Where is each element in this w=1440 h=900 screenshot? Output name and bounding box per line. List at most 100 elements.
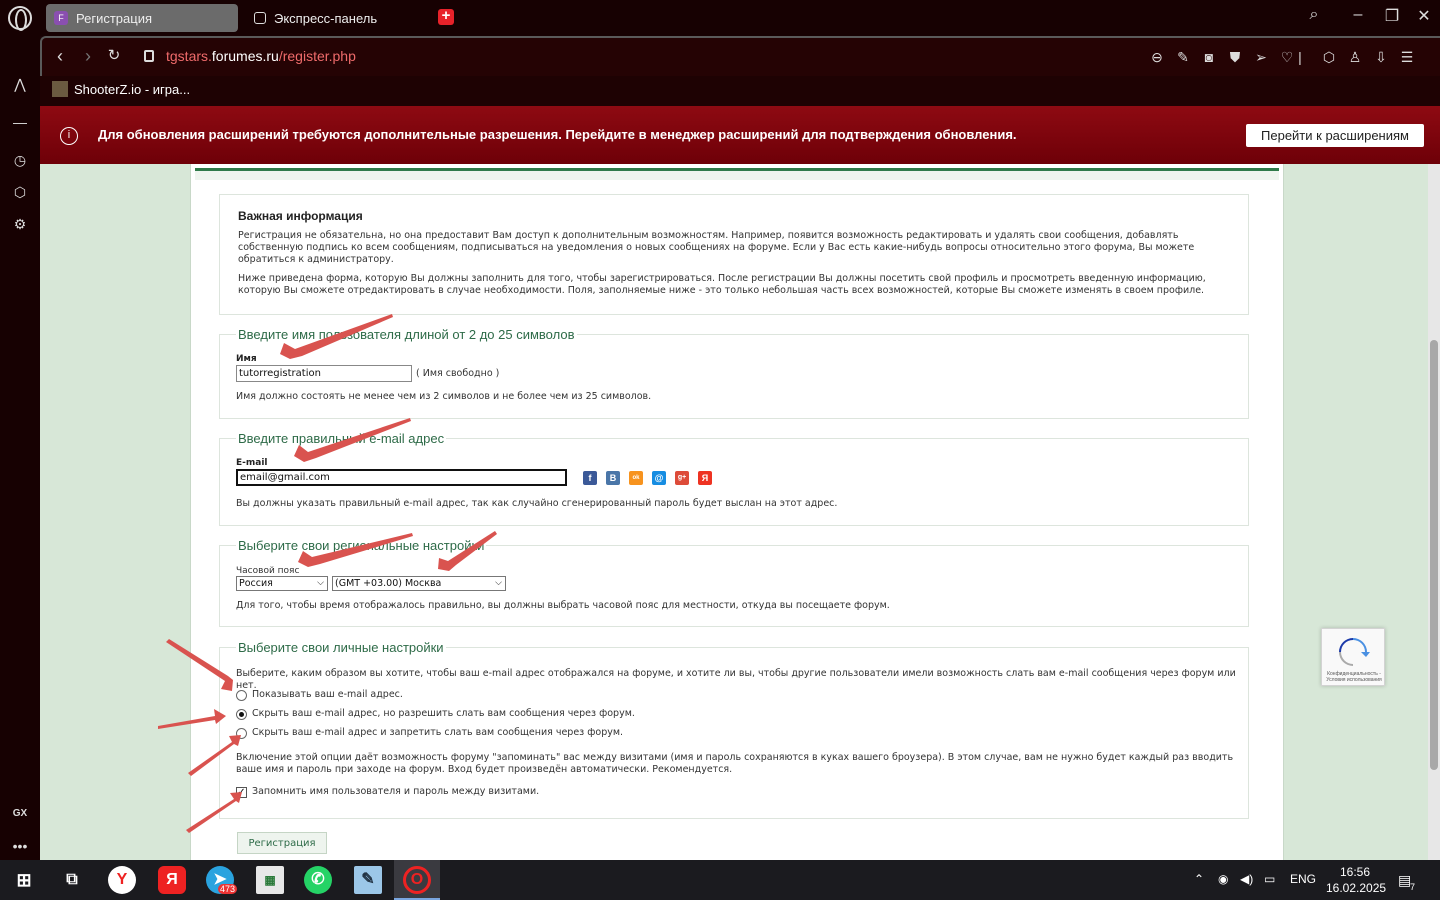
google-plus-icon[interactable]: g+ — [675, 471, 689, 485]
shield-icon[interactable]: ⛊ — [1226, 48, 1244, 66]
more-dots-icon[interactable]: ••• — [10, 836, 30, 856]
webcam-icon[interactable]: ◉ — [1218, 872, 1228, 886]
zone-select-value: (GMT +03.00) Москва — [335, 578, 442, 589]
close-icon[interactable]: ✕ — [1412, 6, 1436, 26]
scrollbar-thumb[interactable] — [1430, 340, 1438, 770]
minimize-icon[interactable]: – — [1346, 6, 1370, 24]
info-title: Важная информация — [238, 209, 363, 223]
tab-label: Регистрация — [76, 10, 152, 26]
yandex-icon[interactable]: Я — [158, 866, 186, 894]
extensions-cube-icon[interactable]: ⬡ — [10, 182, 30, 202]
web-page: Важная информация Регистрация не обязате… — [40, 164, 1428, 860]
url-field[interactable]: tgstars.forumes.ru/register.php — [166, 48, 356, 64]
personal-settings-section: Выберите свои личные настройки Выберите,… — [219, 640, 1249, 819]
menu-icon[interactable]: ☰ — [1398, 48, 1416, 66]
chevron-down-icon: ⌵ — [317, 578, 324, 588]
remember-me-row[interactable]: ✓ Запомнить имя пользователя и пароль ме… — [236, 786, 539, 798]
edit-icon[interactable]: ✎ — [1174, 48, 1192, 66]
settings-gear-icon[interactable]: ⚙ — [10, 214, 30, 234]
url-domain: forumes.ru — [211, 48, 279, 64]
email-legend: Введите правильный e-mail адрес — [236, 431, 447, 446]
reload-icon[interactable]: ↻ — [104, 46, 124, 64]
url-subdomain: tgstars. — [166, 48, 212, 64]
windows-start-icon[interactable]: ⊞ — [10, 866, 38, 894]
radio-button[interactable] — [236, 727, 247, 739]
history-icon[interactable]: ◷ — [10, 150, 30, 170]
lock-icon[interactable] — [144, 50, 154, 62]
forward-icon[interactable]: › — [78, 46, 98, 67]
heart-icon[interactable]: ♡ — [1278, 48, 1296, 66]
important-info-box: Важная информация Регистрация не обязате… — [219, 194, 1249, 315]
recaptcha-badge[interactable]: Конфиденциальность - Условия использован… — [1321, 628, 1385, 686]
maximize-icon[interactable]: ❐ — [1380, 6, 1404, 26]
timezone-legend: Выберите свои региональные настройки — [236, 538, 487, 553]
radio-hide-deny[interactable]: Скрыть ваш e-mail адрес и запретить слат… — [236, 727, 623, 739]
language-indicator[interactable]: ENG — [1290, 872, 1316, 886]
sidebar: ⋀ — ◷ ⬡ ⚙ GX ••• — [0, 36, 40, 860]
windows-taskbar: ⊞ ⧉ Y Я ➤ 473 ▦ ✆ ✎ O ⌃ ◉ ◀) ▭ ENG 16:56… — [0, 860, 1440, 900]
notification-count: 7 — [1410, 882, 1416, 892]
zone-select[interactable]: (GMT +03.00) Москва ⌵ — [332, 576, 506, 591]
clock-time: 16:56 — [1339, 865, 1371, 879]
mailru-icon[interactable]: @ — [652, 471, 666, 485]
aria-icon[interactable]: ⋀ — [10, 74, 30, 94]
remember-checkbox[interactable]: ✓ — [236, 786, 247, 798]
bookmark-shooterz[interactable]: ShooterZ.io - игра... — [52, 81, 190, 97]
personal-legend: Выберите свои личные настройки — [236, 640, 446, 655]
back-icon[interactable]: ‹ — [50, 46, 70, 67]
profile-icon[interactable]: ♙ — [1346, 48, 1364, 66]
send-icon[interactable]: ➢ — [1252, 48, 1270, 66]
search-icon[interactable]: ⌕ — [1302, 6, 1326, 24]
forum-content: Важная информация Регистрация не обязате… — [190, 164, 1284, 860]
email-section: Введите правильный e-mail адрес E-mail В… — [219, 431, 1249, 526]
radio-hide-allow[interactable]: Скрыть ваш e-mail адрес, но разрешить сл… — [236, 708, 635, 720]
recaptcha-text[interactable]: Конфиденциальность - Условия использован… — [1324, 671, 1384, 683]
new-tab-plus-icon[interactable]: + — [438, 8, 454, 25]
tab-bar: F Регистрация Экспресс-панель + ⌕ – ❐ ✕ — [0, 0, 1440, 36]
timezone-hint: Для того, чтобы время отображалось прави… — [236, 600, 890, 611]
odnoklassniki-icon[interactable]: ok — [629, 471, 643, 485]
network-icon[interactable]: ▭ — [1264, 872, 1275, 886]
tab-express-panel[interactable]: Экспресс-панель — [246, 4, 426, 32]
gx-label[interactable]: GX — [10, 804, 30, 824]
radio-show-email[interactable]: Показывать ваш e-mail адрес. — [236, 689, 403, 701]
zoom-out-icon[interactable]: ⊖ — [1148, 48, 1166, 66]
download-icon[interactable]: ⇩ — [1372, 48, 1390, 66]
notification-text: Для обновления расширений требуются допо… — [98, 127, 1017, 142]
vk-icon[interactable]: B — [606, 471, 620, 485]
go-to-extensions-button[interactable]: Перейти к расширениям — [1246, 124, 1424, 147]
register-button[interactable]: Регистрация — [237, 832, 327, 854]
username-hint: Имя должно состоять не менее чем из 2 си… — [236, 391, 652, 402]
tab-registration[interactable]: F Регистрация — [46, 4, 238, 32]
forum-favicon-icon: F — [54, 11, 68, 25]
username-legend: Введите имя пользователя длиной от 2 до … — [236, 327, 577, 342]
extensions-notification-bar: i Для обновления расширений требуются до… — [40, 106, 1440, 164]
camera-icon[interactable]: ◙ — [1200, 48, 1218, 66]
radio-button-selected[interactable] — [236, 708, 247, 720]
box-icon[interactable]: ⬡ — [1320, 48, 1338, 66]
bookmark-label: ShooterZ.io - игра... — [74, 81, 191, 97]
sheet-app-icon[interactable]: ▦ — [256, 866, 284, 894]
volume-icon[interactable]: ◀) — [1240, 872, 1253, 886]
tray-chevron-up-icon[interactable]: ⌃ — [1194, 872, 1204, 886]
yandex-icon[interactable]: Я — [698, 471, 712, 485]
grid-icon — [254, 12, 266, 24]
page-scrollbar[interactable] — [1428, 164, 1440, 860]
opera-logo-icon[interactable] — [8, 6, 32, 31]
whatsapp-icon[interactable]: ✆ — [304, 866, 332, 894]
info-paragraph-2: Ниже приведена форма, которую Вы должны … — [238, 273, 1206, 296]
notepad-icon[interactable]: ✎ — [354, 866, 382, 894]
radio-button[interactable] — [236, 689, 247, 701]
facebook-icon[interactable]: f — [583, 471, 597, 485]
separator: | — [1298, 49, 1302, 65]
country-select-value: Россия — [239, 578, 273, 589]
opera-gx-icon[interactable]: O — [403, 866, 431, 894]
timezone-section: Выберите свои региональные настройки Час… — [219, 538, 1249, 627]
clock[interactable]: 16:56 16.02.2025 — [1326, 864, 1386, 896]
yandex-browser-icon[interactable]: Y — [108, 866, 136, 894]
task-view-icon[interactable]: ⧉ — [58, 866, 86, 894]
username-input[interactable] — [236, 365, 412, 382]
email-label: E-mail — [236, 458, 268, 468]
email-input[interactable] — [236, 469, 567, 486]
country-select[interactable]: Россия ⌵ — [236, 576, 328, 591]
